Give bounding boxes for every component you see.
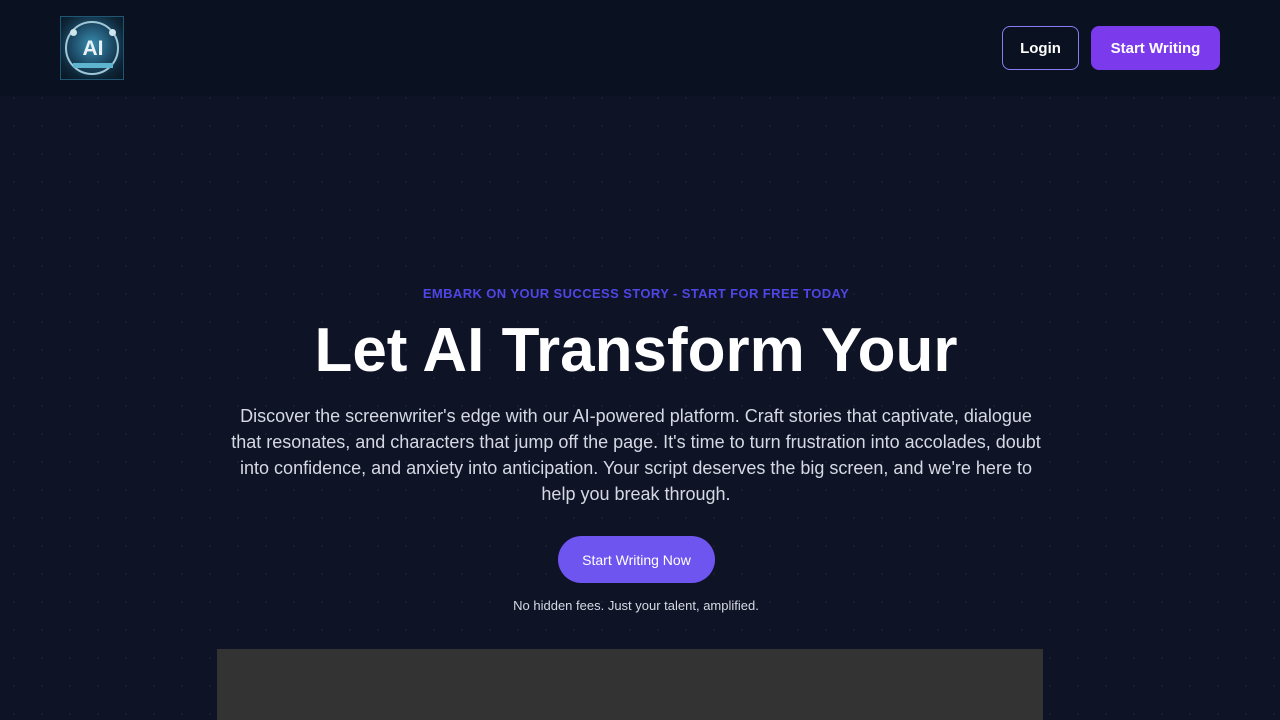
login-button[interactable]: Login <box>1002 26 1079 70</box>
start-writing-button[interactable]: Start Writing <box>1091 26 1220 70</box>
media-placeholder <box>217 649 1043 720</box>
logo-dot <box>109 29 116 36</box>
hero-headline: Let AI Transform Your <box>314 316 958 385</box>
ai-logo-icon[interactable]: AI <box>60 16 124 80</box>
logo-mark: AI <box>82 37 104 60</box>
logo-dot <box>70 29 77 36</box>
logo-strip <box>73 63 113 68</box>
hero-eyebrow: EMBARK ON YOUR SUCCESS STORY - START FOR… <box>422 286 850 301</box>
start-writing-now-button[interactable]: Start Writing Now <box>558 536 715 583</box>
top-navbar: AI Login Start Writing <box>0 0 1280 96</box>
hero-subtext: Discover the screenwriter's edge with ou… <box>231 406 1041 504</box>
hero-note: No hidden fees. Just your talent, amplif… <box>513 598 759 613</box>
